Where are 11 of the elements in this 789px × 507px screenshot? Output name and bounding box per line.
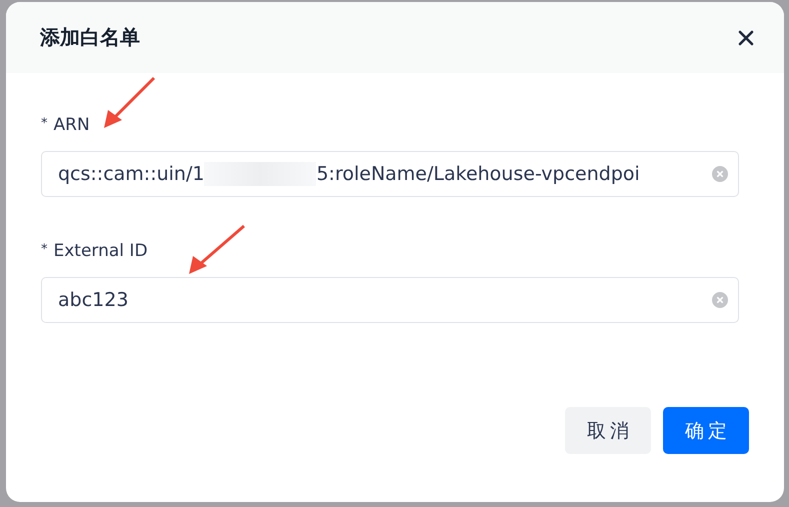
field-label: $^{*}$ ARN xyxy=(41,115,90,135)
field-label: $^{*}$ External ID xyxy=(41,241,148,261)
close-icon[interactable] xyxy=(738,30,754,46)
confirm-button[interactable]: 确定 xyxy=(663,407,749,454)
clear-icon[interactable] xyxy=(712,292,728,308)
input-field[interactable]: qcs::cam::uin/1 5:roleName/Lakehouse-vpcendpoi xyxy=(41,151,739,197)
cancel-button[interactable]: 取消 xyxy=(565,407,651,454)
clear-icon[interactable] xyxy=(712,166,728,182)
dialog-title: 添加白名单 xyxy=(40,24,140,51)
arrow-drawing xyxy=(186,224,246,276)
input-field[interactable]: abc123 xyxy=(41,277,739,323)
